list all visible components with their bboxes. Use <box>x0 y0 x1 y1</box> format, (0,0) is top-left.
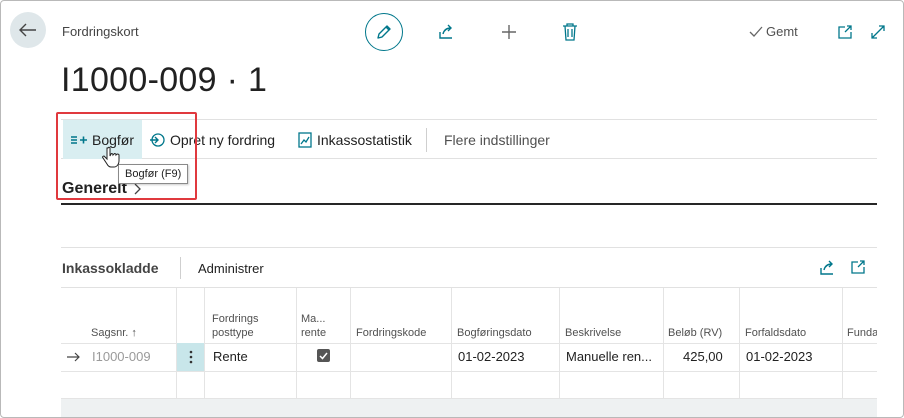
page-caption: Fordringskort <box>62 24 139 39</box>
share-button[interactable] <box>435 21 457 43</box>
column-header-claim-type[interactable]: Fordrings posttype <box>212 288 258 344</box>
part-share-button[interactable] <box>818 259 836 277</box>
part-top-divider <box>61 247 877 248</box>
row-menu-button[interactable] <box>177 343 204 371</box>
new-button[interactable] <box>498 21 520 43</box>
column-header-description[interactable]: Beskrivelse <box>565 288 621 344</box>
open-new-window-button[interactable] <box>834 21 856 43</box>
saved-status: Gemt <box>749 24 798 39</box>
arrow-left-icon <box>19 23 36 37</box>
column-header-amount[interactable]: Beløb (RV) <box>668 288 722 344</box>
plus-icon <box>502 25 516 39</box>
grid-vline <box>739 288 740 408</box>
statistics-action-button[interactable]: Inkassostatistik <box>298 120 412 159</box>
manage-button[interactable]: Administrer <box>198 261 264 276</box>
column-header-due-date[interactable]: Forfaldsdato <box>745 288 806 344</box>
statistics-action-label: Inkassostatistik <box>317 131 412 148</box>
grid-vline <box>842 288 843 408</box>
cell-case-no[interactable]: I1000-009 <box>92 349 151 364</box>
share-icon <box>820 260 833 275</box>
cell-manual-interest-checkbox[interactable] <box>317 349 330 362</box>
delete-button[interactable] <box>559 21 581 43</box>
grid-vline <box>350 288 351 408</box>
grid-footer-strip <box>61 399 877 417</box>
open-in-new-window-icon <box>838 25 852 39</box>
grid-vline <box>451 288 452 408</box>
column-header-posting-date[interactable]: Bogføringsdato <box>457 288 532 344</box>
expand-icon <box>871 25 885 39</box>
column-header-next[interactable]: Funda <box>847 288 877 344</box>
highlight-annotation <box>56 112 197 200</box>
grid-vline <box>559 288 560 408</box>
saved-label: Gemt <box>766 24 798 39</box>
expand-button[interactable] <box>867 21 889 43</box>
column-header-claim-type-line1: Fordrings <box>212 313 259 325</box>
pencil-icon <box>377 25 391 39</box>
part-expand-button[interactable] <box>850 259 868 277</box>
page-frame: Fordringskort I1000-009 · 1 Gemt Bogfør … <box>0 0 904 418</box>
edit-button[interactable] <box>365 13 403 51</box>
journal-grid: Sagsnr. ↑ Fordrings posttype Ma... rente… <box>61 288 877 417</box>
column-header-case-no[interactable]: Sagsnr. ↑ <box>91 288 137 344</box>
row-indicator-arrow-icon <box>67 352 80 362</box>
grid-vline <box>204 288 205 408</box>
grid-vline <box>296 288 297 408</box>
cell-claim-type[interactable]: Rente <box>213 349 248 364</box>
column-header-manual-line2: rente <box>301 327 327 339</box>
checkmark-icon <box>319 352 328 360</box>
cell-posting-date[interactable]: 01-02-2023 <box>458 349 525 364</box>
part-separator <box>180 257 181 279</box>
statistics-chart-icon <box>298 131 312 148</box>
back-button[interactable] <box>10 12 46 48</box>
open-in-new-window-icon <box>851 260 865 274</box>
column-header-claim-type-line2: posttype <box>212 327 254 339</box>
cell-due-date[interactable]: 01-02-2023 <box>746 349 813 364</box>
column-header-manual-interest[interactable]: Ma... rente <box>301 288 326 344</box>
action-separator <box>426 128 427 152</box>
grid-vline <box>663 288 664 408</box>
journal-title: Inkassokladde <box>62 260 159 276</box>
cell-description[interactable]: Manuelle ren... <box>566 349 652 364</box>
column-header-manual-line1: Ma... <box>301 313 326 325</box>
share-icon <box>439 24 452 39</box>
more-options-label: Flere indstillinger <box>444 131 550 148</box>
grid-row-divider <box>61 371 877 372</box>
page-title: I1000-009 · 1 <box>61 61 268 99</box>
ellipsis-vertical-icon <box>189 350 192 364</box>
trash-icon <box>563 23 577 41</box>
cell-amount[interactable]: 425,00 <box>683 349 723 364</box>
more-options-button[interactable]: Flere indstillinger <box>444 120 550 159</box>
section-divider <box>61 203 877 205</box>
checkmark-icon <box>749 26 763 37</box>
column-header-claim-code[interactable]: Fordringskode <box>356 288 426 344</box>
